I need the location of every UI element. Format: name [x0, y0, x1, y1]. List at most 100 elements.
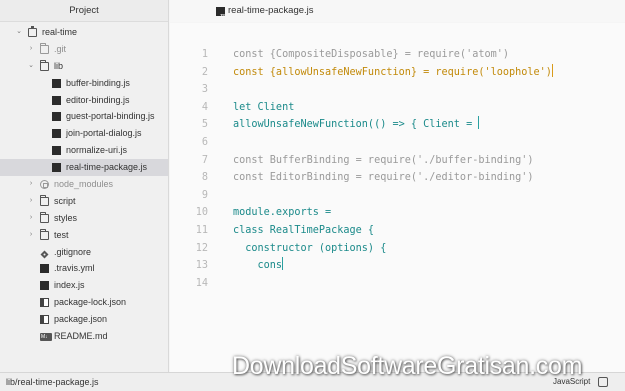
chevron-down-icon[interactable]: ⌄ [27, 58, 35, 75]
tree-item-label: package-lock.json [54, 297, 127, 308]
line-number: 11 [195, 225, 208, 236]
tree-item-index-js[interactable]: index.js [0, 277, 168, 294]
text-cursor [551, 63, 553, 77]
code-text: allowUnsafeNewFunction(() => { Client = [233, 116, 480, 134]
tree-item-label: .git [54, 43, 67, 54]
text-cursor [282, 257, 284, 271]
code-text: let Client [233, 99, 294, 117]
tree-item-readme-md[interactable]: README.md [0, 328, 168, 345]
code-content: const {allowUnsafeNewFunction} = require… [233, 66, 552, 78]
tree-item-script[interactable]: › script [0, 193, 168, 210]
js-icon [52, 78, 61, 88]
js-icon [52, 95, 61, 105]
code-text: class RealTimePackage { [233, 222, 374, 240]
tree-item-real-time[interactable]: ⌄ real-time [0, 24, 168, 41]
tree-item-package-lock-json[interactable]: package-lock.json [0, 294, 168, 311]
chevron-right-icon[interactable]: › [27, 210, 35, 227]
code-line[interactable]: 12 constructor (options) { [170, 240, 625, 258]
tree-item-gitignore[interactable]: .gitignore [0, 244, 168, 261]
line-number: 3 [201, 84, 208, 96]
code-text: const {allowUnsafeNewFunction} = require… [233, 63, 553, 82]
code-content: constructor (options) { [233, 242, 387, 254]
chevron-right-icon[interactable]: › [27, 193, 35, 210]
tree-item-label: real-time [42, 27, 78, 37]
js-icon [52, 112, 61, 122]
tree-item-editor-binding-js[interactable]: editor-binding.js [0, 92, 168, 109]
tree-item-test[interactable]: › test [0, 227, 168, 244]
code-line[interactable]: 11 class RealTimePackage { [170, 222, 625, 240]
code-text: module.exports = [233, 204, 331, 222]
code-content: module.exports = [233, 207, 332, 219]
github-icon[interactable] [598, 377, 608, 387]
js-icon [216, 7, 225, 18]
js-icon [52, 163, 61, 173]
tree-item-lib[interactable]: ⌄ lib [0, 58, 168, 75]
chevron-right-icon[interactable]: › [27, 41, 35, 58]
line-number: 4 [201, 101, 208, 113]
markdown-icon [40, 329, 52, 345]
tree-item-styles[interactable]: › styles [0, 210, 168, 227]
tree-item-label: guest-portal-binding.js [66, 111, 155, 122]
chevron-down-icon[interactable]: ⌄ [15, 24, 23, 41]
code-line[interactable]: 9 [170, 187, 625, 205]
code-line[interactable]: 6 [170, 134, 625, 152]
code-line[interactable]: 2 const {allowUnsafeNewFunction} = requir… [170, 63, 625, 82]
code-text: const BufferBinding = require('./buffer-… [233, 152, 534, 170]
tree-item-buffer-binding-js[interactable]: buffer-binding.js [0, 75, 168, 92]
tree-item-normalize-uri-js[interactable]: normalize-uri.js [0, 142, 168, 159]
tree-item-git[interactable]: › .git [0, 41, 168, 58]
tree-item-label: styles [54, 212, 78, 223]
tree-item-join-portal-dialog-js[interactable]: join-portal-dialog.js [0, 125, 168, 142]
line-number: 9 [201, 189, 208, 201]
tree-item-label: real-time-package.js [66, 162, 148, 173]
tab-real-time-package[interactable]: real-time-package.js [170, 0, 625, 22]
tree-item-package-json[interactable]: package.json [0, 311, 168, 328]
tree-item-label: .gitignore [54, 246, 92, 257]
code-line[interactable]: 4 let Client [170, 99, 625, 117]
tree-item-label: normalize-uri.js [66, 145, 128, 156]
tree-item-label: node_modules [54, 179, 114, 190]
line-number: 12 [195, 242, 208, 254]
folder-icon [40, 42, 49, 54]
tree-item-label: .travis.yml [54, 263, 95, 274]
js-icon [40, 281, 49, 291]
code-line[interactable]: 1 const {CompositeDisposable} = require('… [170, 46, 625, 64]
code-line[interactable]: 5 allowUnsafeNewFunction(() => { Client = [170, 116, 625, 134]
code-line[interactable]: 13 cons [170, 257, 625, 275]
tree-item-guest-portal-binding-js[interactable]: guest-portal-binding.js [0, 108, 168, 125]
tree-item-travis-yml[interactable]: .travis.yml [0, 260, 168, 277]
line-number: 8 [201, 172, 208, 184]
code-line[interactable]: 3 [170, 81, 625, 99]
folder-icon [40, 211, 49, 223]
tree-view-title: Project [0, 0, 168, 22]
line-number: 6 [201, 137, 208, 148]
chevron-right-icon[interactable]: › [27, 176, 35, 193]
code-line[interactable]: 8 const EditorBinding = require('./editor… [170, 169, 625, 187]
code-editor[interactable]: 1 const {CompositeDisposable} = require('… [170, 23, 625, 372]
code-text: cons [233, 257, 284, 275]
line-number: 14 [195, 277, 208, 289]
code-text: const {CompositeDisposable} = require('a… [233, 46, 509, 64]
status-file-path[interactable]: lib/real-time-package.js [6, 377, 99, 387]
line-number: 5 [201, 119, 208, 131]
tab-title: real-time-package.js [228, 5, 314, 16]
tree-item-label: README.md [54, 331, 108, 342]
code-content: const EditorBinding = require('./editor-… [233, 172, 534, 184]
tree-item-label: lib [54, 60, 64, 71]
code-content: class RealTimePackage { [233, 225, 375, 236]
tree-item-real-time-package-js[interactable]: real-time-package.js [0, 159, 168, 177]
chevron-right-icon[interactable]: › [27, 227, 35, 244]
file-tree: ⌄ real-time › .git ⌄ lib buffer-binding.js edit… [0, 22, 168, 345]
tree-item-label: buffer-binding.js [66, 77, 130, 88]
folder-icon [40, 194, 49, 206]
code-content: allowUnsafeNewFunction(() => { Client = [233, 119, 479, 131]
code-line[interactable]: 14 [170, 275, 625, 293]
code-content: let Client [233, 101, 295, 113]
package-icon [40, 315, 49, 325]
code-line[interactable]: 7 const BufferBinding = require('./buffer… [170, 152, 625, 170]
code-line[interactable]: 10 module.exports = [170, 204, 625, 222]
js-icon [52, 146, 61, 156]
tree-item-node-modules[interactable]: › node_modules [0, 176, 168, 193]
text-cursor [478, 116, 480, 130]
node-icon [40, 180, 49, 190]
